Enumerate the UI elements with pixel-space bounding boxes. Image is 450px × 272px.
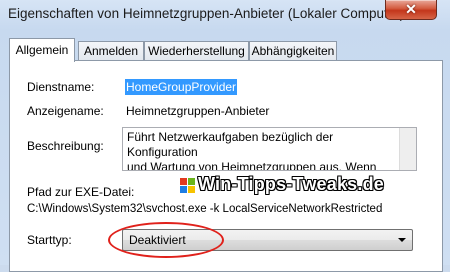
window-title: Eigenschaften von Heimnetzgruppen-Anbiet…	[8, 6, 405, 21]
exe-path-value[interactable]: C:\Windows\System32\svchost.exe -k Local…	[27, 203, 382, 215]
highlight-ellipse	[108, 222, 224, 258]
service-name-label: Dienstname:	[27, 80, 95, 94]
startup-type-label: Starttyp:	[27, 233, 72, 247]
exe-path-label: Pfad zur EXE-Datei:	[27, 185, 135, 199]
description-textbox[interactable]: Führt Netzwerkaufgaben bezüglich der Kon…	[122, 127, 417, 171]
tab-abhaengigkeiten[interactable]: Abhängigkeiten	[249, 41, 337, 61]
service-properties-dialog: Eigenschaften von Heimnetzgruppen-Anbiet…	[0, 0, 450, 272]
description-text: Führt Netzwerkaufgaben bezüglich der Kon…	[127, 130, 397, 171]
display-name-label: Anzeigename:	[27, 104, 104, 118]
display-name-value[interactable]: Heimnetzgruppen-Anbieter	[126, 104, 269, 118]
windows-logo-icon	[180, 178, 195, 193]
service-name-value[interactable]: HomeGroupProvider	[125, 79, 238, 95]
description-scrollbar[interactable]	[399, 128, 416, 170]
description-label: Beschreibung:	[27, 139, 104, 153]
tab-anmelden[interactable]: Anmelden	[78, 41, 144, 61]
close-button[interactable]: ✕	[385, 0, 437, 20]
tab-wiederherstellung[interactable]: Wiederherstellung	[144, 41, 249, 61]
chevron-down-icon	[398, 238, 406, 242]
description-line-1: Führt Netzwerkaufgaben bezüglich der Kon…	[127, 130, 334, 159]
close-icon: ✕	[405, 1, 417, 17]
description-line-2: und Wartung von Heimnetzgruppen aus. Wen…	[127, 160, 377, 171]
tab-allgemein[interactable]: Allgemein	[9, 38, 75, 62]
watermark: Win-Tipps-Tweaks.de	[198, 174, 384, 194]
